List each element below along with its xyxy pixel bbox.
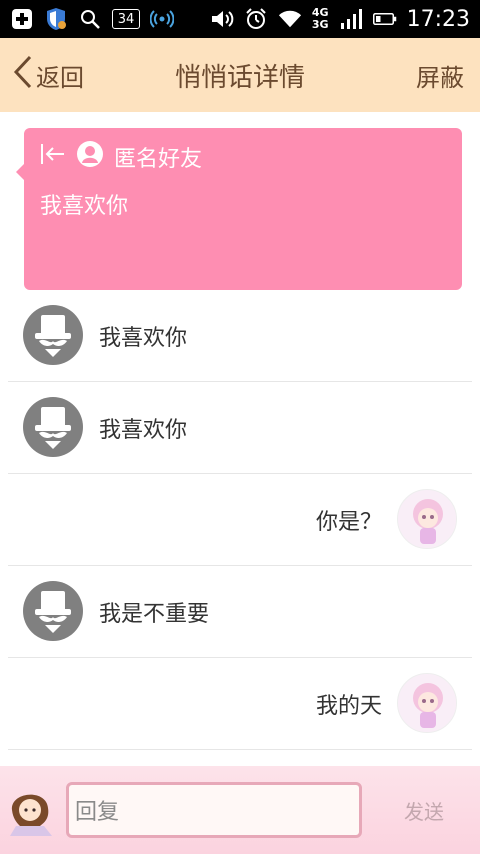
back-button[interactable]: 返回 [12, 54, 84, 96]
cellular-signal-icon [339, 8, 363, 30]
block-button[interactable]: 屏蔽 [416, 54, 464, 96]
send-button[interactable]: 发送 [380, 782, 468, 838]
message-text: 我喜欢你 [99, 326, 188, 351]
message-text: 我是不重要 [99, 602, 210, 627]
chevron-left-icon [12, 54, 34, 96]
card-header: 匿名好友 [38, 140, 202, 174]
shield-icon [44, 8, 68, 30]
status-left-icons: 34 [10, 0, 174, 38]
status-right-icons: 4G 3G 17:23 [210, 0, 470, 38]
message-text: 我的天 [315, 694, 382, 719]
battery-icon [372, 8, 397, 30]
message-row: 我是不重要 [8, 566, 472, 658]
message-row: 我喜欢你 [8, 382, 472, 474]
title-bar: 返回 悄悄话详情 屏蔽 [0, 38, 480, 112]
message-text: 我喜欢你 [99, 418, 188, 443]
message-row: 我喜欢你 [8, 290, 472, 382]
message-row: 我的天 [8, 658, 472, 750]
network-3g: 3G [311, 18, 329, 31]
add-icon [10, 8, 34, 30]
reply-input[interactable]: 回复 [66, 782, 362, 838]
notification-count-badge: 34 [112, 9, 140, 29]
masked-figure-avatar[interactable] [23, 397, 83, 457]
signal-broadcast-icon [150, 8, 174, 30]
masked-figure-avatar[interactable] [23, 581, 83, 641]
wifi-icon [278, 8, 302, 30]
exit-arrow-icon[interactable] [38, 140, 66, 174]
cartoon-girl-sticker-icon[interactable] [2, 780, 60, 840]
cartoon-girl-avatar[interactable] [397, 489, 457, 549]
status-bar: 34 4G 3G 17:23 [0, 0, 480, 38]
status-time: 17:23 [406, 6, 470, 32]
volume-icon [210, 8, 234, 30]
cartoon-girl-avatar[interactable] [397, 673, 457, 733]
network-type-label: 4G 3G [312, 7, 329, 31]
masked-figure-avatar[interactable] [23, 305, 83, 365]
card-sender: 匿名好友 [114, 147, 203, 172]
alarm-icon [244, 8, 268, 30]
search-icon [78, 8, 102, 30]
card-message: 我喜欢你 [40, 194, 129, 219]
anonymous-user-icon [76, 140, 104, 174]
reply-bar: 回复 发送 [0, 766, 480, 854]
message-row: 你是？ [8, 474, 472, 566]
message-text: 你是？ [315, 510, 382, 535]
back-label: 返回 [36, 63, 84, 92]
whisper-card: 匿名好友 我喜欢你 [16, 128, 462, 290]
